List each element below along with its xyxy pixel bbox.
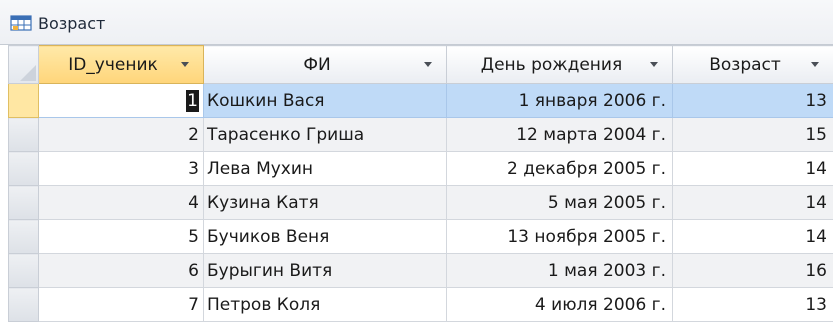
cell-birth[interactable]: 2 декабря 2005 г. [447, 152, 673, 186]
cell-id[interactable]: 7 [39, 288, 204, 322]
cell-birth[interactable]: 1 января 2006 г. [447, 84, 673, 118]
table-row[interactable]: 3 Лева Мухин 2 декабря 2005 г. 14 [9, 152, 833, 186]
cell-name[interactable]: Бурыгин Витя [204, 254, 447, 288]
record-selector[interactable] [9, 254, 39, 288]
cell-id[interactable]: 3 [39, 152, 204, 186]
cell-age[interactable]: 14 [673, 186, 833, 220]
select-all-corner[interactable] [9, 46, 39, 84]
chevron-down-icon[interactable] [646, 57, 662, 73]
column-header-label: ФИ [214, 55, 420, 75]
cell-age[interactable]: 14 [673, 220, 833, 254]
cell-age[interactable]: 13 [673, 288, 833, 322]
record-selector[interactable] [9, 118, 39, 152]
cell-birth[interactable]: 1 мая 2003 г. [447, 254, 673, 288]
record-selector[interactable] [9, 288, 39, 322]
cell-name[interactable]: Кошкин Вася [204, 84, 447, 118]
column-header-name[interactable]: ФИ [204, 46, 447, 84]
table-row[interactable]: 2 Тарасенко Гриша 12 марта 2004 г. 15 [9, 118, 833, 152]
cell-birth[interactable]: 13 ноября 2005 г. [447, 220, 673, 254]
datasheet-table: ID_ученик ФИ День рождения Возраст [8, 45, 833, 322]
table-row[interactable]: 5 Бучиков Веня 13 ноября 2005 г. 14 [9, 220, 833, 254]
cell-id[interactable]: 1 [39, 84, 204, 118]
cell-id[interactable]: 4 [39, 186, 204, 220]
cell-birth[interactable]: 12 марта 2004 г. [447, 118, 673, 152]
cell-name[interactable]: Кузина Катя [204, 186, 447, 220]
cell-age[interactable]: 16 [673, 254, 833, 288]
column-header-birth[interactable]: День рождения [447, 46, 673, 84]
column-header-label: ID_ученик [49, 55, 177, 75]
record-selector[interactable] [9, 186, 39, 220]
table-icon [10, 14, 32, 32]
chevron-down-icon[interactable] [807, 57, 823, 73]
chevron-down-icon[interactable] [420, 57, 436, 73]
column-header-label: Возраст [683, 55, 807, 75]
column-header-age[interactable]: Возраст [673, 46, 833, 84]
column-header-id[interactable]: ID_ученик [39, 46, 204, 84]
object-tab[interactable]: Возраст [0, 0, 833, 45]
cell-id[interactable]: 2 [39, 118, 204, 152]
cell-name[interactable]: Тарасенко Гриша [204, 118, 447, 152]
cell-id[interactable]: 6 [39, 254, 204, 288]
column-header-label: День рождения [457, 55, 646, 75]
cell-birth[interactable]: 4 июля 2006 г. [447, 288, 673, 322]
cell-name[interactable]: Лева Мухин [204, 152, 447, 186]
cell-age[interactable]: 14 [673, 152, 833, 186]
cell-age[interactable]: 15 [673, 118, 833, 152]
table-row[interactable]: 4 Кузина Катя 5 мая 2005 г. 14 [9, 186, 833, 220]
cell-name[interactable]: Бучиков Веня [204, 220, 447, 254]
table-row[interactable]: 7 Петров Коля 4 июля 2006 г. 13 [9, 288, 833, 322]
record-selector[interactable] [9, 84, 39, 118]
header-row: ID_ученик ФИ День рождения Возраст [9, 46, 833, 84]
cell-name[interactable]: Петров Коля [204, 288, 447, 322]
cell-age[interactable]: 13 [673, 84, 833, 118]
table-row[interactable]: 6 Бурыгин Витя 1 мая 2003 г. 16 [9, 254, 833, 288]
record-selector[interactable] [9, 220, 39, 254]
chevron-down-icon[interactable] [177, 57, 193, 73]
record-selector[interactable] [9, 152, 39, 186]
table-row[interactable]: 1 Кошкин Вася 1 января 2006 г. 13 [9, 84, 833, 118]
cell-birth[interactable]: 5 мая 2005 г. [447, 186, 673, 220]
cell-id[interactable]: 5 [39, 220, 204, 254]
object-tab-title: Возраст [38, 14, 105, 33]
object-tab-inner: Возраст [10, 8, 105, 38]
